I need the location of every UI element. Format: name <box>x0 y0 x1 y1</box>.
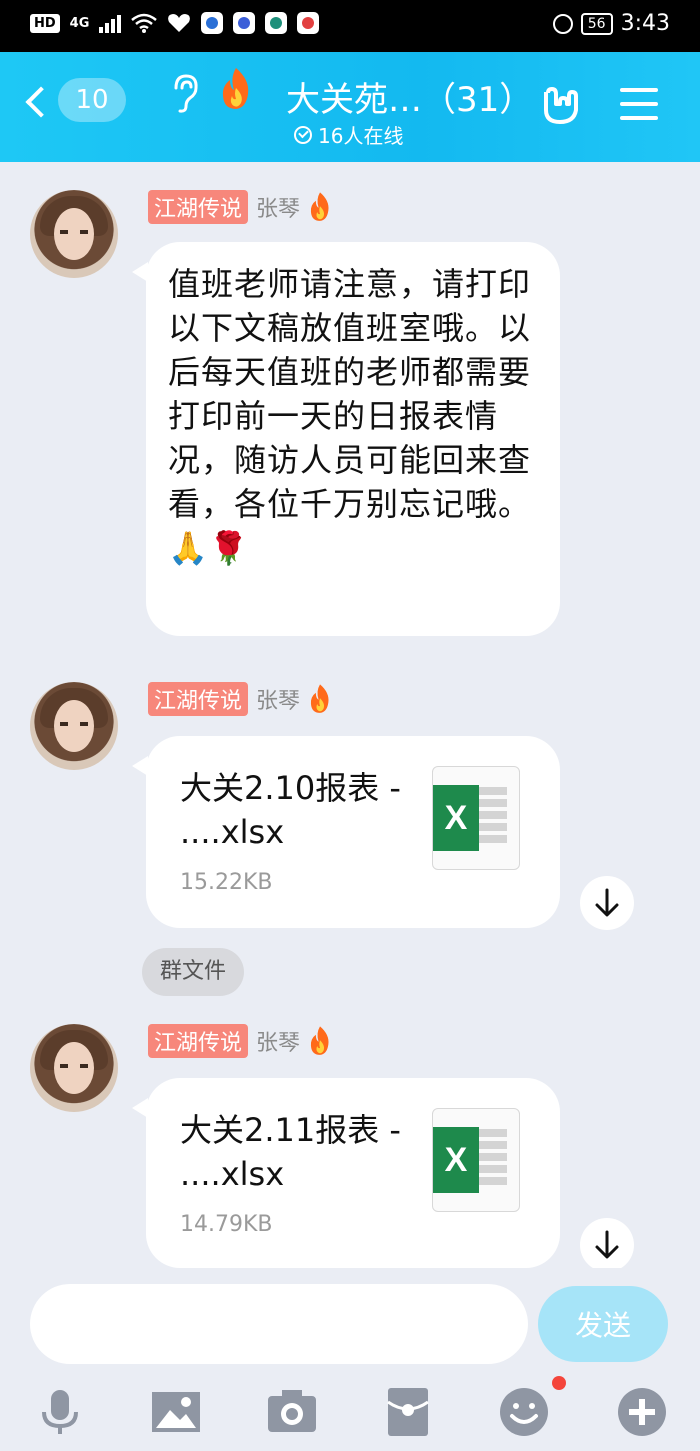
chat-header: 10 大关苑…（31） 16人在线 <box>0 52 700 162</box>
file-message-bubble[interactable]: 大关2.11报表 - ....xlsx 14.79KB X <box>132 1078 560 1268</box>
microphone-icon[interactable] <box>34 1386 86 1438</box>
battery-icon: 56 <box>580 12 613 35</box>
check-circle-icon <box>294 125 312 144</box>
title-badge: 江湖传说 <box>148 1024 249 1058</box>
input-toolbar <box>0 1376 700 1446</box>
sender-row: 江湖传说 张琴 <box>148 1024 334 1058</box>
ear-icon[interactable] <box>170 74 200 114</box>
status-bar: HD 4G 56 3:43 <box>0 0 700 52</box>
sender-name: 张琴 <box>256 689 301 714</box>
message-input[interactable] <box>30 1284 528 1364</box>
sender-name: 张琴 <box>256 1031 301 1056</box>
location-app-icon <box>297 12 320 34</box>
file-name: 大关2.10报表 - ....xlsx <box>180 769 401 851</box>
network-type: 4G <box>69 15 90 31</box>
camera-icon[interactable] <box>266 1386 318 1438</box>
avatar[interactable] <box>30 190 118 278</box>
send-button[interactable]: 发送 <box>538 1286 668 1362</box>
avatar[interactable] <box>30 1024 118 1112</box>
excel-file-icon: X <box>432 1108 520 1212</box>
group-title[interactable]: 大关苑…（31） <box>286 72 533 121</box>
fire-icon <box>310 684 329 713</box>
input-area: 发送 <box>0 1268 700 1451</box>
sender-row: 江湖传说 张琴 <box>148 682 334 716</box>
clock-time: 3:43 <box>620 11 670 36</box>
excel-file-icon: X <box>432 766 520 870</box>
hd-badge: HD <box>30 13 60 33</box>
title-badge: 江湖传说 <box>148 682 249 716</box>
red-packet-icon[interactable] <box>382 1386 434 1438</box>
sender-row: 江湖传说 张琴 <box>148 190 334 224</box>
image-icon[interactable] <box>150 1386 202 1438</box>
health-heart-icon <box>168 14 191 32</box>
unread-count-badge: 10 <box>58 78 126 122</box>
download-button[interactable] <box>580 1218 634 1272</box>
online-status[interactable]: 16人在线 <box>294 120 403 149</box>
plus-icon[interactable] <box>616 1386 668 1438</box>
back-button[interactable]: 10 <box>25 78 126 122</box>
fire-icon <box>310 192 329 221</box>
text-message-bubble[interactable]: 值班老师请注意，请打印以下文稿放值班室哦。以后每天值班的老师都需要打印前一天的日… <box>132 242 560 636</box>
menu-icon[interactable] <box>620 88 658 120</box>
alarm-icon <box>552 13 573 34</box>
file-size: 15.22KB <box>180 870 273 895</box>
file-name: 大关2.11报表 - ....xlsx <box>180 1111 401 1193</box>
fire-icon <box>222 68 249 109</box>
chevron-left-icon <box>25 86 57 118</box>
file-message-bubble[interactable]: 大关2.10报表 - ....xlsx 15.22KB X <box>132 736 560 928</box>
arrow-down-icon <box>595 1230 619 1259</box>
shield-app-icon <box>201 12 224 34</box>
online-count: 16人在线 <box>318 124 404 148</box>
baidu-app-icon <box>233 12 256 34</box>
notification-dot <box>552 1376 566 1390</box>
signal-icon <box>99 13 122 33</box>
avatar[interactable] <box>30 682 118 770</box>
file-size: 14.79KB <box>180 1212 273 1237</box>
download-button[interactable] <box>580 876 634 930</box>
fire-icon <box>310 1026 329 1055</box>
arrow-down-icon <box>595 888 619 917</box>
sender-name: 张琴 <box>256 197 301 222</box>
hand-gesture-icon[interactable] <box>540 84 582 126</box>
emoji-icon[interactable] <box>498 1386 550 1438</box>
wifi-icon <box>131 13 158 33</box>
title-badge: 江湖传说 <box>148 190 249 224</box>
clock-app-icon <box>265 12 288 34</box>
group-file-tag[interactable]: 群文件 <box>142 948 245 996</box>
message-text: 值班老师请注意，请打印以下文稿放值班室哦。以后每天值班的老师都需要打印前一天的日… <box>168 265 532 567</box>
